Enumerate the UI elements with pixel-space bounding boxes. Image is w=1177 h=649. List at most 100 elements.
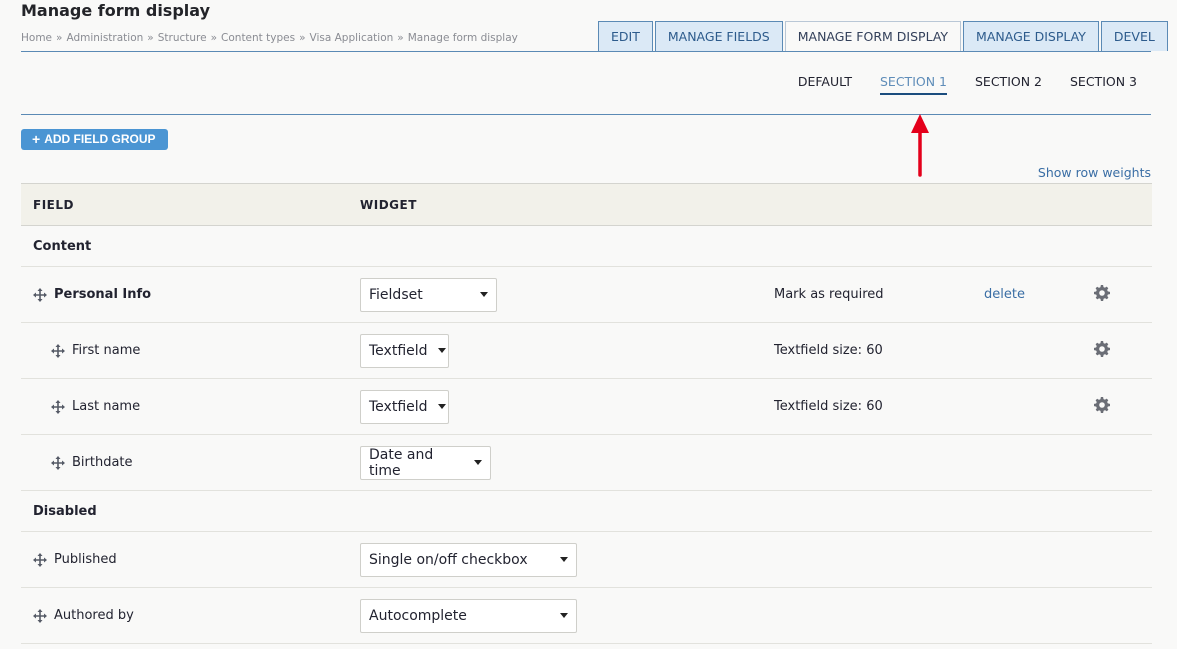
widget-select[interactable]: Fieldset xyxy=(360,277,497,312)
drag-handle-icon[interactable] xyxy=(51,343,65,358)
widget-cell: Fieldset xyxy=(360,266,774,323)
region-row: Disabled xyxy=(21,490,1152,532)
drag-handle-icon[interactable] xyxy=(33,287,47,302)
field-name: Authored by xyxy=(54,608,134,623)
widget-select[interactable]: Autocomplete xyxy=(360,598,577,633)
field-cell: First name xyxy=(21,322,360,379)
gear-icon[interactable] xyxy=(1094,284,1110,305)
widget-cell: Single on/off checkbox xyxy=(360,531,774,588)
field-cell: Published xyxy=(21,531,360,588)
show-row-weights-link[interactable]: Show row weights xyxy=(1038,165,1151,180)
breadcrumb-item[interactable]: Administration xyxy=(66,32,143,44)
field-name: First name xyxy=(72,343,141,358)
widget-select-value: Autocomplete xyxy=(369,607,467,624)
field-cell-content: Birthdate xyxy=(51,455,360,470)
summary-cell: Mark as required xyxy=(774,266,984,323)
tab-manage-display[interactable]: MANAGE DISPLAY xyxy=(963,21,1099,51)
summary-cell: Textfield size: 60 xyxy=(774,378,984,435)
widget-select-value: Textfield xyxy=(369,342,428,359)
breadcrumb-item[interactable]: Content types xyxy=(221,32,295,44)
breadcrumb-separator: » xyxy=(397,32,404,44)
empty-column-header xyxy=(774,183,984,226)
field-cell: Authored by xyxy=(21,587,360,644)
chevron-down-icon xyxy=(474,460,482,465)
widget-select-value: Single on/off checkbox xyxy=(369,551,528,568)
primary-tabs: EDIT MANAGE FIELDS MANAGE FORM DISPLAY MANA… xyxy=(598,21,1168,52)
table-row: Published Single on/off checkbox xyxy=(21,531,1152,588)
secondary-tabs-divider xyxy=(21,114,1151,115)
field-cell-content: Published xyxy=(33,552,360,567)
gear-icon[interactable] xyxy=(1094,340,1110,361)
table-row: First name Textfield Textfield size: 60 xyxy=(21,322,1152,379)
breadcrumb-separator: » xyxy=(210,32,218,44)
table-row: Birthdate Date and time xyxy=(21,434,1152,491)
summary-cell xyxy=(774,587,984,644)
drag-handle-icon[interactable] xyxy=(33,608,47,623)
tab-manage-form-display[interactable]: MANAGE FORM DISPLAY xyxy=(784,21,962,52)
operations-cell xyxy=(984,322,1094,379)
widget-select-value: Textfield xyxy=(369,398,428,415)
widget-cell: Autocomplete xyxy=(360,587,774,644)
summary-cell: Textfield size: 60 xyxy=(774,322,984,379)
field-cell-content: Personal Info xyxy=(33,287,360,302)
settings-cell xyxy=(1094,322,1152,379)
red-arrow-annotation xyxy=(911,114,929,177)
format-summary: Textfield size: 60 xyxy=(774,343,883,358)
field-name: Birthdate xyxy=(72,455,133,470)
chevron-down-icon xyxy=(480,292,488,297)
breadcrumb-separator: » xyxy=(147,32,154,44)
widget-select[interactable]: Date and time xyxy=(360,445,491,480)
field-name: Personal Info xyxy=(54,287,152,302)
subtab-section-2[interactable]: SECTION 2 xyxy=(975,72,1042,95)
add-field-group-button[interactable]: + ADD FIELD GROUP xyxy=(21,129,168,150)
subtab-section-1[interactable]: SECTION 1 xyxy=(880,72,947,95)
field-cell-content: Last name xyxy=(51,399,360,414)
subtab-default[interactable]: DEFAULT xyxy=(798,72,852,95)
drag-handle-icon[interactable] xyxy=(51,455,65,470)
format-summary: Textfield size: 60 xyxy=(774,399,883,414)
breadcrumb-item[interactable]: Visa Application xyxy=(310,32,394,44)
widget-cell: Textfield xyxy=(360,378,774,435)
widget-select[interactable]: Textfield xyxy=(360,333,449,368)
chevron-down-icon xyxy=(437,404,446,409)
region-title: Content xyxy=(21,225,1152,267)
delete-link[interactable]: delete xyxy=(984,287,1025,302)
region-title: Disabled xyxy=(21,490,1152,532)
tab-manage-fields[interactable]: MANAGE FIELDS xyxy=(654,21,783,51)
field-cell-content: First name xyxy=(51,343,360,358)
field-cell: Personal Info xyxy=(21,266,360,323)
settings-cell xyxy=(1094,531,1152,588)
gear-icon[interactable] xyxy=(1094,396,1110,417)
subtab-section-3[interactable]: SECTION 3 xyxy=(1070,72,1137,95)
drag-handle-icon[interactable] xyxy=(33,552,47,567)
table-row: Last name Textfield Textfield size: 60 xyxy=(21,378,1152,435)
empty-column-header xyxy=(984,183,1094,226)
region-row: Content xyxy=(21,225,1152,267)
widget-cell: Date and time xyxy=(360,434,774,491)
empty-column-header xyxy=(1094,183,1152,226)
secondary-tabs: DEFAULT SECTION 1 SECTION 2 SECTION 3 xyxy=(770,72,1137,95)
breadcrumb-item[interactable]: Home xyxy=(21,32,52,44)
format-summary: Mark as required xyxy=(774,287,884,302)
breadcrumb-separator: » xyxy=(299,32,306,44)
widget-cell: Textfield xyxy=(360,322,774,379)
widget-select[interactable]: Single on/off checkbox xyxy=(360,542,577,577)
summary-cell xyxy=(774,531,984,588)
widget-select-value: Date and time xyxy=(369,446,434,479)
settings-cell xyxy=(1094,378,1152,435)
field-cell: Last name xyxy=(21,378,360,435)
breadcrumb-separator: » xyxy=(56,32,63,44)
breadcrumb: Home» Administration» Structure» Content ty… xyxy=(21,31,518,45)
tab-devel[interactable]: DEVEL xyxy=(1100,21,1168,51)
settings-cell xyxy=(1094,434,1152,491)
field-name: Last name xyxy=(72,399,141,414)
fields-table: FIELD WIDGET Content Personal Info Fieldse… xyxy=(21,183,1152,644)
widget-select[interactable]: Textfield xyxy=(360,389,449,424)
tab-edit[interactable]: EDIT xyxy=(598,21,653,51)
breadcrumb-item[interactable]: Structure xyxy=(158,32,207,44)
table-header-row: FIELD WIDGET xyxy=(21,183,1152,226)
chevron-down-icon xyxy=(560,557,568,562)
drag-handle-icon[interactable] xyxy=(51,399,65,414)
operations-cell xyxy=(984,587,1094,644)
primary-tabs-divider xyxy=(21,51,1151,52)
